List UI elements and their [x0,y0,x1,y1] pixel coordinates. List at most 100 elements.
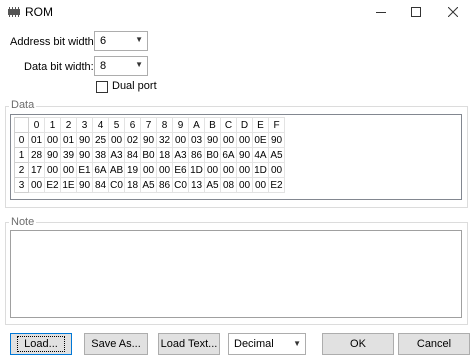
data-cell[interactable]: 00 [156,162,173,178]
data-cell[interactable]: 00 [140,162,157,178]
data-cell[interactable]: 00 [268,162,285,178]
load-button-label: Load... [17,336,65,352]
address-bit-width-label: Address bit width: [10,36,97,48]
data-cell[interactable]: 00 [108,132,125,148]
data-cell[interactable]: 6A [220,147,237,163]
ok-button[interactable]: OK [322,333,394,355]
data-cell[interactable]: 90 [76,147,93,163]
data-cell[interactable]: 86 [156,177,173,193]
data-cell[interactable]: 90 [204,132,221,148]
data-cell[interactable]: 00 [236,177,253,193]
data-cell[interactable]: 13 [188,177,205,193]
data-cell[interactable]: 25 [92,132,109,148]
column-header: 0 [28,117,45,133]
data-cell[interactable]: 90 [44,147,61,163]
data-cell[interactable]: 18 [124,177,141,193]
column-header: 8 [156,117,173,133]
data-cell[interactable]: 86 [188,147,205,163]
data-cell[interactable]: 39 [60,147,77,163]
data-cell[interactable]: 00 [252,177,269,193]
data-cell[interactable]: AB [108,162,125,178]
data-cell[interactable]: 00 [220,132,237,148]
data-cell[interactable]: 1D [252,162,269,178]
data-cell[interactable]: 28 [28,147,45,163]
note-textarea[interactable] [10,230,462,318]
column-header: B [204,117,221,133]
hex-table[interactable]: 0123456789ABCDEF 0 01 00 01 90 25 00 02 90 32 00 03… [14,117,285,193]
data-cell[interactable]: A3 [172,147,189,163]
hex-data-grid[interactable]: 0123456789ABCDEF 0 01 00 01 90 25 00 02 90 32 00 03… [10,114,462,200]
dual-port-checkbox[interactable] [96,81,108,93]
chevron-down-icon: ▼ [135,35,143,44]
load-text-button[interactable]: Load Text... [158,333,220,355]
maximize-button[interactable] [395,0,437,24]
data-cell[interactable]: 00 [44,162,61,178]
dual-port-label[interactable]: Dual port [112,80,157,92]
data-cell[interactable]: 84 [92,177,109,193]
data-cell[interactable]: 00 [236,162,253,178]
column-header: D [236,117,253,133]
address-bit-width-select[interactable]: 6 ▼ [94,31,148,51]
close-button[interactable] [432,0,474,24]
row-header: 0 [14,132,29,148]
data-cell[interactable]: 6A [92,162,109,178]
data-cell[interactable]: 00 [60,162,77,178]
column-header: 7 [140,117,157,133]
data-cell[interactable]: 90 [268,132,285,148]
cancel-button[interactable]: Cancel [398,333,470,355]
data-cell[interactable]: 00 [220,162,237,178]
data-cell[interactable]: 02 [124,132,141,148]
data-cell[interactable]: 00 [44,132,61,148]
data-cell[interactable]: 00 [28,177,45,193]
data-cell[interactable]: E1 [76,162,93,178]
column-header: A [188,117,205,133]
ok-button-label: OK [350,338,366,350]
data-cell[interactable]: 90 [236,147,253,163]
data-bit-width-select[interactable]: 8 ▼ [94,56,148,76]
data-cell[interactable]: 1D [188,162,205,178]
load-text-button-label: Load Text... [160,338,218,350]
data-cell[interactable]: 01 [28,132,45,148]
data-cell[interactable]: 38 [92,147,109,163]
data-cell[interactable]: E2 [268,177,285,193]
minimize-icon [376,12,386,13]
data-cell[interactable]: A3 [108,147,125,163]
data-cell[interactable]: 1E [60,177,77,193]
data-cell[interactable]: 19 [124,162,141,178]
data-cell[interactable]: 03 [188,132,205,148]
data-cell[interactable]: 08 [220,177,237,193]
column-header: 6 [124,117,141,133]
data-cell[interactable]: 00 [204,162,221,178]
load-button[interactable]: Load... [10,333,72,355]
column-header: 2 [60,117,77,133]
data-cell[interactable]: 00 [236,132,253,148]
data-cell[interactable]: A5 [140,177,157,193]
data-cell[interactable]: 90 [76,177,93,193]
data-cell[interactable]: 01 [60,132,77,148]
data-cell[interactable]: C0 [172,177,189,193]
data-cell[interactable]: 0E [252,132,269,148]
data-cell[interactable]: 4A [252,147,269,163]
column-header: 4 [92,117,109,133]
data-cell[interactable]: 90 [76,132,93,148]
data-cell[interactable]: 84 [124,147,141,163]
data-cell[interactable]: B0 [204,147,221,163]
data-cell[interactable]: 18 [156,147,173,163]
window-title: ROM [25,5,53,19]
data-cell[interactable]: 17 [28,162,45,178]
data-cell[interactable]: E6 [172,162,189,178]
save-as-button-label: Save As... [91,338,141,350]
data-cell[interactable]: 00 [172,132,189,148]
row-header: 2 [14,162,29,178]
data-cell[interactable]: C0 [108,177,125,193]
data-cell[interactable]: A5 [204,177,221,193]
save-as-button[interactable]: Save As... [84,333,148,355]
data-cell[interactable]: A5 [268,147,285,163]
data-cell[interactable]: 32 [156,132,173,148]
data-cell[interactable]: B0 [140,147,157,163]
format-select[interactable]: Decimal ▼ [228,333,306,355]
data-cell[interactable]: E2 [44,177,61,193]
column-header: F [268,117,285,133]
data-cell[interactable]: 90 [140,132,157,148]
table-row: 2 17 00 00 E1 6A AB 19 00 00 E6 1D 00 00 00 1D 00 [14,162,285,178]
